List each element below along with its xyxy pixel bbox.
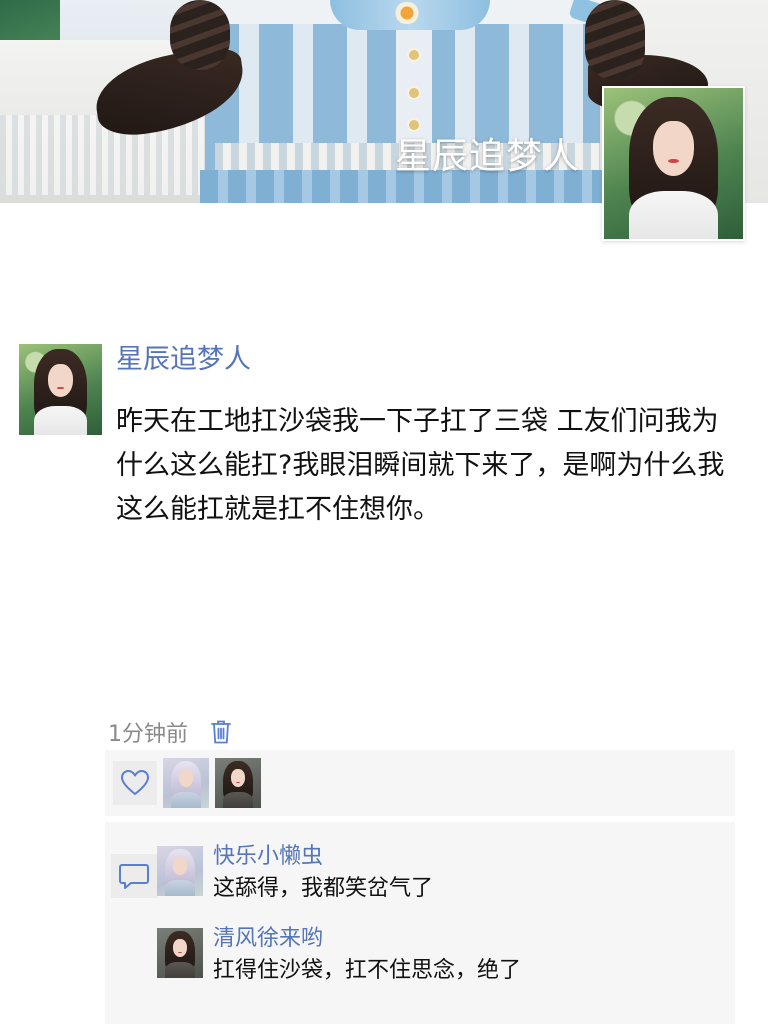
avatar-face	[179, 769, 193, 787]
commenter-avatar[interactable]	[157, 928, 203, 978]
avatar-face	[173, 939, 187, 957]
comment-bubble-icon[interactable]	[111, 854, 157, 898]
profile-avatar[interactable]	[602, 86, 745, 241]
commenter-name[interactable]: 快乐小懒虫	[213, 842, 323, 872]
cover-braid-left	[170, 0, 230, 70]
likes-panel	[105, 750, 735, 816]
avatar-body	[165, 962, 195, 978]
avatar-body	[629, 190, 718, 239]
avatar-face	[652, 121, 695, 176]
post-author-name[interactable]: 星辰追梦人	[116, 341, 251, 379]
avatar-lips	[178, 951, 182, 953]
avatar-face	[48, 364, 73, 397]
liker-avatar[interactable]	[163, 758, 209, 808]
trash-icon[interactable]	[208, 717, 234, 747]
avatar-face	[173, 857, 187, 875]
cover-button	[409, 50, 419, 60]
liker-avatar[interactable]	[215, 758, 261, 808]
avatar-body	[223, 792, 253, 808]
cover-braid-right	[585, 0, 645, 80]
avatar-body	[33, 405, 88, 435]
post-text: 昨天在工地扛沙袋我一下子扛了三袋 工友们问我为什么这么能扛?我眼泪瞬间就下来了，…	[116, 406, 725, 525]
comment-text: 扛得住沙袋，扛不住思念，绝了	[213, 958, 522, 983]
heart-icon[interactable]	[113, 761, 157, 805]
commenter-avatar[interactable]	[157, 846, 203, 896]
comment-text: 这舔得，我都笑岔气了	[213, 876, 434, 901]
comments-panel: 快乐小懒虫 这舔得，我都笑岔气了 清风徐来哟 扛得住沙袋，扛不住思念，绝了	[105, 822, 735, 1024]
cover-button	[409, 88, 419, 98]
profile-display-name: 星辰追梦人	[394, 136, 580, 177]
commenter-name[interactable]: 清风徐来哟	[213, 924, 323, 954]
avatar-body	[171, 792, 201, 808]
cover-flower	[392, 2, 422, 24]
post-author-avatar[interactable]	[19, 344, 102, 435]
avatar-body	[165, 880, 195, 896]
avatar-lips	[236, 781, 240, 783]
avatar-face	[231, 769, 245, 787]
post-timestamp: 1分钟前	[108, 722, 188, 747]
post-meta: 1分钟前	[108, 714, 234, 750]
cover-button	[409, 120, 419, 130]
